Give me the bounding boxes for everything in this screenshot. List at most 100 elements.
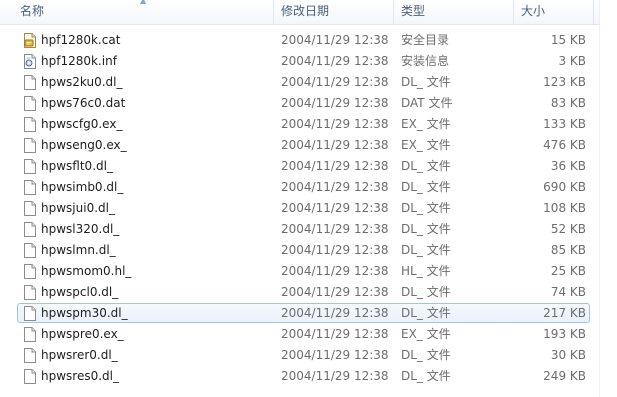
file-type: 安全目录 [401,33,450,47]
file-row[interactable]: hpf1280k.inf 2004/11/29 12:38 安装信息 3 KB [0,51,600,72]
file-type: DL_ 文件 [401,180,451,194]
column-header-modified[interactable]: 修改日期 [281,0,391,24]
file-modified-date: 2004/11/29 12:38 [281,138,389,152]
file-size: 193 KB [543,327,586,341]
file-name: hpwsflt0.dl_ [41,159,113,173]
file-row[interactable]: hpws76c0.dat 2004/11/29 12:38 DAT 文件 83 KB [0,93,600,114]
file-name: hpwspcl0.dl_ [41,285,119,299]
file-icon [23,74,37,91]
file-modified-date: 2004/11/29 12:38 [281,33,389,47]
file-size: 123 KB [543,75,586,89]
file-name: hpws2ku0.dl_ [41,75,123,89]
file-list: hpf1280k.cat 2004/11/29 12:38 安全目录 15 KB hpf… [0,30,600,387]
file-modified-date: 2004/11/29 12:38 [281,117,389,131]
file-size: 3 KB [558,54,586,68]
file-name: hpwscfg0.ex_ [41,117,123,131]
file-modified-date: 2004/11/29 12:38 [281,222,389,236]
file-row[interactable]: hpwsres0.dl_ 2004/11/29 12:38 DL_ 文件 249 KB [0,366,600,387]
file-row[interactable]: hpwscfg0.ex_ 2004/11/29 12:38 EX_ 文件 133 KB [0,114,600,135]
column-divider[interactable] [273,0,274,24]
file-modified-date: 2004/11/29 12:38 [281,96,389,110]
file-icon [23,242,37,259]
file-size: 15 KB [550,33,586,47]
file-type: EX_ 文件 [401,138,451,152]
file-icon [23,95,37,112]
file-row[interactable]: hpwspm30.dl_ 2004/11/29 12:38 DL_ 文件 217 KB [0,303,600,324]
file-modified-date: 2004/11/29 12:38 [281,54,389,68]
file-size: 249 KB [543,369,586,383]
file-size: 74 KB [550,285,586,299]
column-header-size[interactable]: 大小 [521,0,591,24]
file-modified-date: 2004/11/29 12:38 [281,285,389,299]
file-name: hpws76c0.dat [41,96,126,110]
file-modified-date: 2004/11/29 12:38 [281,306,389,320]
file-name: hpwslmn.dl_ [41,243,116,257]
file-row[interactable]: hpwsmom0.hl_ 2004/11/29 12:38 HL_ 文件 25 KB [0,261,600,282]
file-icon [23,305,37,322]
file-size: 690 KB [543,180,586,194]
file-modified-date: 2004/11/29 12:38 [281,264,389,278]
file-icon [23,347,37,364]
file-icon [23,326,37,343]
file-icon [23,263,37,280]
column-header-name[interactable]: 名称 [20,0,270,24]
file-size: 108 KB [543,201,586,215]
file-name: hpwsrer0.dl_ [41,348,118,362]
file-modified-date: 2004/11/29 12:38 [281,369,389,383]
file-row[interactable]: hpwspre0.ex_ 2004/11/29 12:38 EX_ 文件 193 KB [0,324,600,345]
setup-info-icon [23,53,37,70]
file-icon [23,284,37,301]
file-name: hpwsimb0.dl_ [41,180,124,194]
file-modified-date: 2004/11/29 12:38 [281,243,389,257]
file-modified-date: 2004/11/29 12:38 [281,159,389,173]
file-row[interactable]: hpwspcl0.dl_ 2004/11/29 12:38 DL_ 文件 74 KB [0,282,600,303]
file-icon [23,221,37,238]
file-icon [23,368,37,385]
file-name: hpwsl320.dl_ [41,222,120,236]
file-row[interactable]: hpwsimb0.dl_ 2004/11/29 12:38 DL_ 文件 690 KB [0,177,600,198]
file-row[interactable]: hpwseng0.ex_ 2004/11/29 12:38 EX_ 文件 476 KB [0,135,600,156]
file-type: DL_ 文件 [401,348,451,362]
file-name: hpwsjui0.dl_ [41,201,115,215]
list-right-edge [599,0,600,397]
file-size: 133 KB [543,117,586,131]
file-size: 85 KB [550,243,586,257]
file-type: DL_ 文件 [401,306,451,320]
file-icon [23,200,37,217]
catalog-icon [23,32,37,49]
column-header-type[interactable]: 类型 [401,0,506,24]
file-name: hpf1280k.inf [41,54,117,68]
file-type: DL_ 文件 [401,369,451,383]
file-modified-date: 2004/11/29 12:38 [281,201,389,215]
file-row[interactable]: hpwsl320.dl_ 2004/11/29 12:38 DL_ 文件 52 KB [0,219,600,240]
file-type: DL_ 文件 [401,201,451,215]
file-row[interactable]: hpwsflt0.dl_ 2004/11/29 12:38 DL_ 文件 36 KB [0,156,600,177]
file-modified-date: 2004/11/29 12:38 [281,75,389,89]
file-type: DL_ 文件 [401,159,451,173]
file-type: EX_ 文件 [401,327,451,341]
file-row[interactable]: hpwsjui0.dl_ 2004/11/29 12:38 DL_ 文件 108 KB [0,198,600,219]
file-size: 36 KB [550,159,586,173]
column-divider[interactable] [513,0,514,24]
file-row[interactable]: hpwslmn.dl_ 2004/11/29 12:38 DL_ 文件 85 KB [0,240,600,261]
file-type: DL_ 文件 [401,243,451,257]
file-type: DL_ 文件 [401,75,451,89]
column-divider[interactable] [593,0,594,24]
file-name: hpwseng0.ex_ [41,138,127,152]
file-name: hpf1280k.cat [41,33,121,47]
file-row[interactable]: hpwsrer0.dl_ 2004/11/29 12:38 DL_ 文件 30 KB [0,345,600,366]
file-type: DL_ 文件 [401,285,451,299]
column-divider[interactable] [393,0,394,24]
file-row[interactable]: hpf1280k.cat 2004/11/29 12:38 安全目录 15 KB [0,30,600,51]
file-modified-date: 2004/11/29 12:38 [281,348,389,362]
file-icon [23,158,37,175]
file-name: hpwsres0.dl_ [41,369,119,383]
file-icon [23,179,37,196]
file-modified-date: 2004/11/29 12:38 [281,327,389,341]
file-size: 83 KB [550,96,586,110]
file-icon [23,116,37,133]
file-size: 476 KB [543,138,586,152]
column-header-bar: ▲ 名称 修改日期 类型 大小 [0,0,600,25]
file-name: hpwspre0.ex_ [41,327,124,341]
file-row[interactable]: hpws2ku0.dl_ 2004/11/29 12:38 DL_ 文件 123 KB [0,72,600,93]
